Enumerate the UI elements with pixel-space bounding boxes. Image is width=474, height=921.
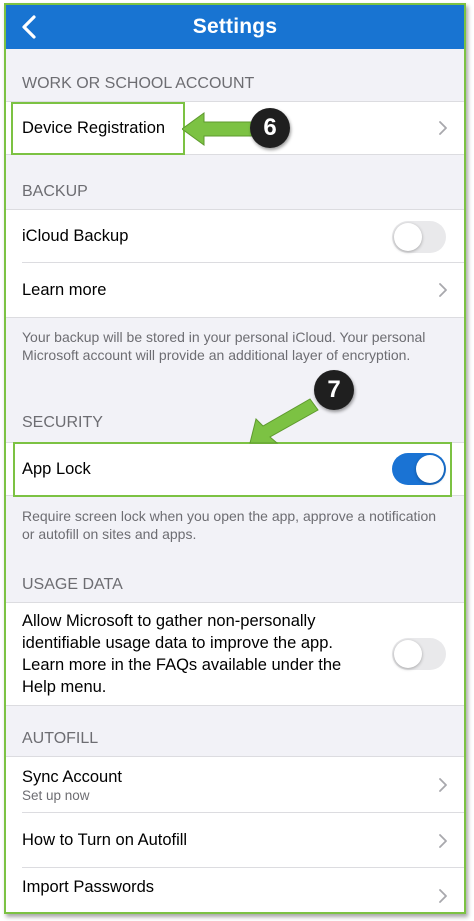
learn-more-row[interactable]: Learn more — [6, 263, 464, 318]
import-passwords-label: Import Passwords — [22, 878, 155, 896]
usage-data-label: Allow Microsoft to gather non-personally… — [22, 612, 342, 696]
arrow-left-icon — [182, 112, 253, 146]
sync-account-text: Sync Account Set up now — [22, 768, 448, 803]
sync-account-label: Sync Account — [22, 767, 122, 786]
chevron-right-icon — [439, 778, 447, 792]
app-lock-row: App Lock — [6, 442, 464, 496]
sync-account-row[interactable]: Sync Account Set up now — [6, 756, 464, 813]
step-7-callout: 7 — [314, 370, 354, 410]
toggle-knob — [416, 455, 444, 483]
arrow-down-left-icon — [249, 398, 319, 444]
chevron-right-icon — [439, 833, 447, 848]
phone-screen: Settings WORK OR SCHOOL ACCOUNT Device R… — [4, 3, 466, 914]
icloud-backup-label: iCloud Backup — [22, 227, 129, 245]
section-header-usage-data: USAGE DATA — [22, 576, 123, 593]
learn-more-label: Learn more — [22, 280, 107, 299]
app-lock-label: App Lock — [22, 459, 91, 478]
import-passwords-row[interactable]: Import Passwords — [6, 868, 464, 912]
page-title: Settings — [192, 15, 278, 38]
step-6-callout: 6 — [250, 108, 290, 148]
security-footnote: Require screen lock when you open the ap… — [22, 508, 437, 542]
section-header-work-account: WORK OR SCHOOL ACCOUNT — [22, 75, 255, 92]
toggle-knob — [394, 222, 422, 251]
usage-data-row: Allow Microsoft to gather non-personally… — [6, 602, 464, 706]
backup-footnote: Your backup will be stored in your perso… — [22, 329, 426, 363]
chevron-right-icon — [439, 889, 447, 903]
chevron-right-icon — [439, 283, 447, 297]
app-lock-toggle[interactable] — [392, 453, 446, 485]
how-to-autofill-row[interactable]: How to Turn on Autofill — [6, 813, 464, 868]
chevron-left-icon[interactable] — [14, 11, 46, 43]
section-header-autofill: AUTOFILL — [22, 730, 99, 747]
toggle-knob — [394, 640, 422, 668]
section-header-security: SECURITY — [22, 414, 103, 431]
navigation-bar: Settings — [6, 5, 464, 49]
usage-data-toggle[interactable] — [392, 638, 446, 670]
icloud-backup-toggle[interactable] — [392, 220, 446, 253]
section-header-backup: BACKUP — [22, 183, 88, 200]
icloud-backup-row: iCloud Backup — [6, 209, 464, 263]
sync-account-sub: Set up now — [22, 787, 90, 803]
chevron-right-icon — [439, 121, 447, 135]
how-to-autofill-label: How to Turn on Autofill — [22, 831, 188, 849]
